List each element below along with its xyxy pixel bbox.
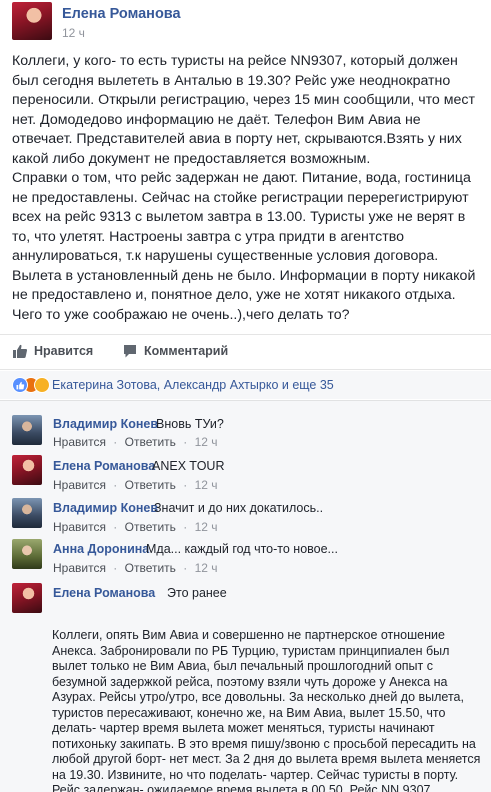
quoted-paragraph: Коллеги, опять Вим Авиа и совершенно не … — [52, 628, 481, 792]
commenter-avatar[interactable] — [12, 539, 42, 569]
comment-time[interactable]: 12 ч — [195, 478, 218, 492]
like-button[interactable]: Нравится — [12, 343, 93, 359]
separator: · — [113, 435, 118, 449]
separator: · — [183, 435, 188, 449]
comment-actions: Нравится · Ответить · 12 ч — [53, 435, 218, 449]
comment-text: Вновь ТУи? — [156, 417, 224, 431]
commenter-avatar[interactable] — [12, 498, 42, 528]
commenter-avatar[interactable] — [12, 455, 42, 485]
post-header: Елена Романова 12 ч — [0, 0, 491, 44]
separator: · — [113, 561, 118, 575]
like-button-label: Нравится — [34, 344, 94, 358]
reactions-summary[interactable]: Екатерина Зотова, Александр Ахтырко и ещ… — [0, 371, 491, 399]
comment-author[interactable]: Владимир Конев — [53, 501, 158, 515]
separator: · — [183, 520, 188, 534]
comment-reply-link[interactable]: Ответить — [125, 561, 176, 575]
comment-like-link[interactable]: Нравится — [53, 561, 106, 575]
comment-button[interactable]: Комментарий — [122, 343, 228, 359]
comment-icon — [124, 345, 136, 358]
post-paragraph: Справки о том, что рейс задержан не дают… — [12, 170, 471, 264]
comment-author[interactable]: Владимир Конев — [53, 417, 158, 431]
comment-author[interactable]: Елена Романова — [53, 459, 155, 473]
author-avatar[interactable] — [12, 2, 52, 40]
comment-like-link[interactable]: Нравится — [53, 478, 106, 492]
post-action-bar: Нравится Комментарий — [0, 334, 491, 370]
comment-reply-link[interactable]: Ответить — [125, 520, 176, 534]
post-paragraph: Вылета в установленный день не было. Инф… — [12, 267, 476, 323]
quoted-text: Коллеги, опять Вим Авиа и совершенно не … — [52, 628, 484, 792]
comment-text: Значит и до них докатилось.. — [154, 501, 324, 515]
comment-like-link[interactable]: Нравится — [53, 520, 106, 534]
comments-section: Владимир Конев Вновь ТУи? Нравится · Отв… — [0, 400, 491, 792]
comment-text: ANEX TOUR — [152, 459, 225, 473]
separator: · — [113, 478, 118, 492]
comment-actions: Нравится · Ответить · 12 ч — [53, 478, 218, 492]
comment-reply-link[interactable]: Ответить — [125, 435, 176, 449]
thumbs-up-icon — [13, 344, 28, 358]
comment-author[interactable]: Елена Романова — [53, 586, 155, 600]
comment-time[interactable]: 12 ч — [195, 435, 218, 449]
commenter-avatar[interactable] — [12, 415, 42, 445]
comment-author[interactable]: Анна Доронина — [53, 542, 149, 556]
comment-text: Это ранее — [167, 586, 227, 600]
like-reaction-icon — [12, 377, 28, 393]
separator: · — [113, 520, 118, 534]
comment-actions: Нравится · Ответить · 12 ч — [53, 561, 218, 575]
comment-text: Мда... каждый год что-то новое... — [146, 542, 338, 556]
comment-time[interactable]: 12 ч — [195, 520, 218, 534]
post-timestamp[interactable]: 12 ч — [62, 26, 85, 40]
comment-reply-link[interactable]: Ответить — [125, 478, 176, 492]
comment-like-link[interactable]: Нравится — [53, 435, 106, 449]
comment-actions: Нравится · Ответить · 12 ч — [53, 520, 218, 534]
separator: · — [183, 478, 188, 492]
post-paragraph: Коллеги, у кого- то есть туристы на рейс… — [12, 53, 476, 167]
sad-reaction-icon — [34, 377, 50, 393]
post-body: Коллеги, у кого- то есть туристы на рейс… — [12, 52, 482, 325]
comment-time[interactable]: 12 ч — [195, 561, 218, 575]
post-author-name[interactable]: Елена Романова — [62, 6, 181, 22]
commenter-avatar[interactable] — [12, 583, 42, 613]
comment-button-label: Комментарий — [144, 344, 229, 358]
separator: · — [183, 561, 188, 575]
reactions-names[interactable]: Екатерина Зотова, Александр Ахтырко и ещ… — [52, 378, 334, 392]
